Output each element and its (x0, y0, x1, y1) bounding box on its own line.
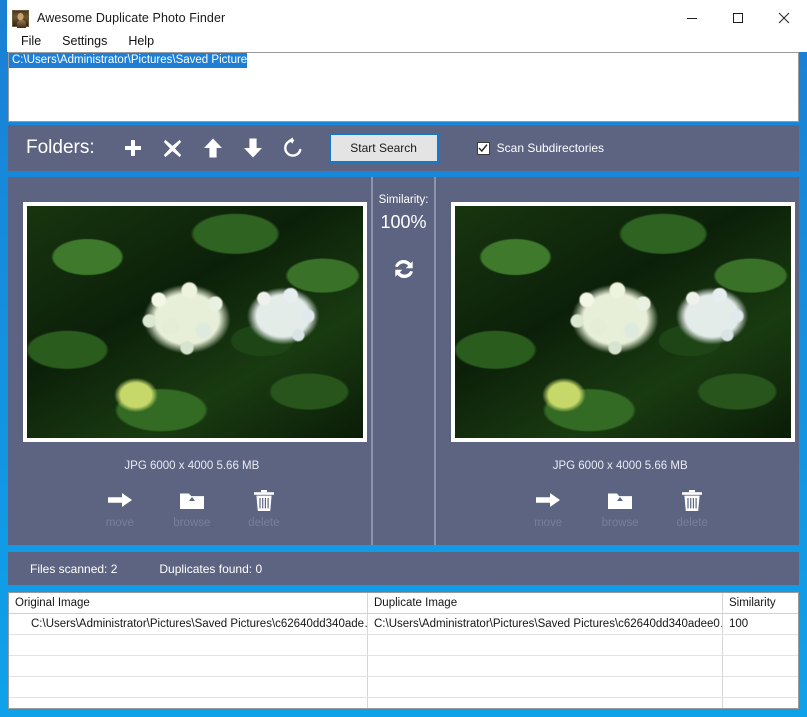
hydrangea-bloom-secondary (235, 275, 332, 356)
original-image-frame[interactable] (23, 202, 367, 442)
results-header-row: Original Image Duplicate Image Similarit… (9, 593, 798, 614)
original-delete-action[interactable]: delete (237, 485, 291, 529)
hydrangea-bloom-primary (127, 270, 246, 367)
column-header-duplicate[interactable]: Duplicate Image (368, 593, 723, 613)
folder-list[interactable]: C:\Users\Administrator\Pictures\Saved Pi… (8, 52, 799, 122)
table-row[interactable]: C:\Users\Administrator\Pictures\Saved Pi… (9, 614, 798, 635)
duplicates-found-status: Duplicates found: 0 (159, 561, 263, 576)
browse-icon (607, 485, 633, 515)
duplicate-browse-action[interactable]: browse (593, 485, 647, 529)
cell-similarity (723, 677, 798, 697)
scan-subdirectories-row[interactable]: Scan Subdirectories (476, 141, 605, 155)
cell-similarity: 100 (729, 618, 749, 630)
cell-original-path (9, 677, 368, 697)
similarity-panel: Similarity: 100% (370, 177, 437, 545)
original-delete-label: delete (248, 517, 280, 529)
similarity-value: 100% (380, 212, 427, 232)
delete-icon (253, 485, 275, 515)
cell-duplicate-path (368, 656, 723, 676)
original-image-thumbnail[interactable] (27, 206, 363, 438)
duplicate-image-pane: JPG 6000 x 4000 5.66 MB move browse dele… (441, 177, 799, 545)
start-search-button[interactable]: Start Search (328, 133, 439, 163)
cell-similarity (723, 656, 798, 676)
duplicate-delete-label: delete (676, 517, 708, 529)
original-browse-label: browse (173, 517, 211, 529)
move-icon (107, 485, 133, 515)
hydrangea-bloom-primary (556, 270, 675, 367)
original-move-label: move (105, 517, 134, 529)
hydrangea-bud (535, 373, 592, 418)
similarity-label: Similarity: (378, 194, 429, 206)
folder-list-item[interactable]: C:\Users\Administrator\Pictures\Saved Pi… (9, 53, 247, 68)
menu-bar: File Settings Help (7, 30, 807, 52)
reset-icon[interactable] (273, 128, 313, 168)
swap-images-icon[interactable] (373, 257, 435, 281)
window-title: Awesome Duplicate Photo Finder (37, 11, 226, 25)
folders-toolbar: Folders: Start Search Scan Subdirectorie… (8, 125, 799, 171)
cell-similarity (723, 698, 798, 708)
cell-original-path (9, 656, 368, 676)
duplicate-move-label: move (534, 517, 563, 529)
scan-subdirectories-label: Scan Subdirectories (496, 141, 605, 155)
column-header-original[interactable]: Original Image (9, 593, 368, 613)
duplicate-image-metadata: JPG 6000 x 4000 5.66 MB (552, 460, 688, 472)
original-image-actions: move browse delete (13, 485, 371, 529)
cell-duplicate-path (368, 698, 723, 708)
duplicate-image-frame[interactable] (451, 202, 796, 442)
original-move-action[interactable]: move (93, 485, 147, 529)
cell-duplicate-path (368, 635, 723, 655)
move-up-icon[interactable] (193, 128, 233, 168)
table-row[interactable] (9, 677, 798, 698)
original-image-metadata: JPG 6000 x 4000 5.66 MB (124, 460, 260, 472)
delete-icon (681, 485, 703, 515)
table-row[interactable] (9, 635, 798, 656)
files-scanned-status: Files scanned: 2 (30, 561, 118, 576)
hydrangea-bloom-secondary (663, 275, 760, 356)
cell-original-path (9, 635, 368, 655)
table-row[interactable] (9, 656, 798, 677)
column-header-similarity[interactable]: Similarity (723, 593, 798, 613)
duplicate-image-actions: move browse delete (441, 485, 799, 529)
table-row[interactable] (9, 698, 798, 708)
menu-item-settings[interactable]: Settings (56, 33, 116, 50)
duplicate-delete-action[interactable]: delete (665, 485, 719, 529)
cell-original-path (9, 698, 368, 708)
add-folder-icon[interactable] (113, 128, 153, 168)
original-browse-action[interactable]: browse (165, 485, 219, 529)
cell-duplicate-path (368, 677, 723, 697)
original-image-pane: JPG 6000 x 4000 5.66 MB move browse dele… (13, 177, 371, 545)
scan-status-bar: Files scanned: 2 Duplicates found: 0 (8, 552, 799, 585)
folders-label: Folders: (26, 137, 95, 158)
browse-icon (179, 485, 205, 515)
scan-subdirectories-checkbox[interactable] (476, 141, 490, 155)
hydrangea-bud (107, 373, 164, 418)
remove-folder-icon[interactable] (153, 128, 193, 168)
cell-duplicate-path: C:\Users\Administrator\Pictures\Saved Pi… (368, 614, 723, 634)
compare-area: JPG 6000 x 4000 5.66 MB move browse dele… (8, 177, 799, 545)
cell-similarity (723, 635, 798, 655)
duplicate-image-thumbnail[interactable] (455, 206, 792, 438)
menu-item-help[interactable]: Help (122, 33, 163, 50)
cell-original-path: C:\Users\Administrator\Pictures\Saved Pi… (9, 614, 368, 634)
portrait-painting-icon (12, 9, 29, 28)
menu-item-file[interactable]: File (15, 33, 50, 50)
results-grid[interactable]: Original Image Duplicate Image Similarit… (8, 592, 799, 709)
duplicate-browse-label: browse (601, 517, 639, 529)
application-window: Awesome Duplicate Photo Finder File Sett… (0, 0, 807, 717)
move-down-icon[interactable] (233, 128, 273, 168)
move-icon (535, 485, 561, 515)
duplicate-move-action[interactable]: move (521, 485, 575, 529)
